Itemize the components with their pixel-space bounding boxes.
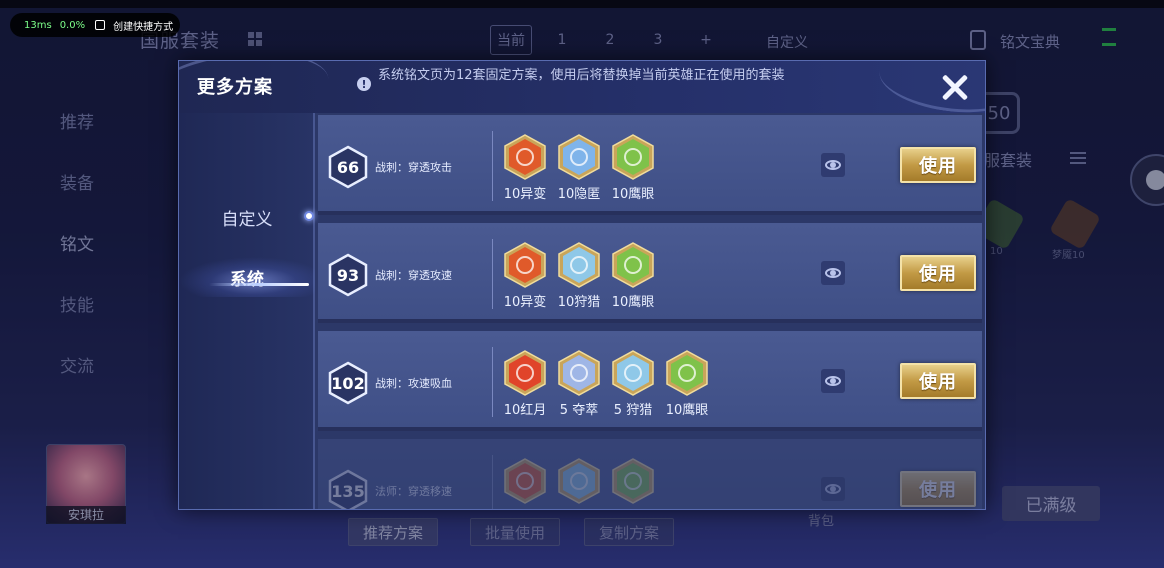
red-moon-icon xyxy=(504,350,546,396)
create-shortcut-link[interactable]: 创建快捷方式 xyxy=(113,18,173,33)
eye-icon[interactable] xyxy=(821,369,845,393)
dialog-sidebar: 自定义 系统 xyxy=(179,113,315,509)
flame-ring-icon xyxy=(504,242,546,288)
scheme-name: 战刺：穿透攻速 xyxy=(375,269,452,282)
flame-ring-icon xyxy=(504,134,546,180)
scheme-level: 102 xyxy=(331,373,365,393)
tab-system[interactable]: 系统 xyxy=(179,257,315,297)
rune-group: 10红月 5 夺萃 5 狩猎 10鹰眼 xyxy=(498,349,714,429)
fps-readout: 13ms xyxy=(24,19,52,31)
scheme-level: 93 xyxy=(336,265,360,285)
scheme-name: 战刺：攻速吸血 xyxy=(375,377,452,390)
rune-slot[interactable]: 10红月 xyxy=(498,349,552,429)
rune-slot[interactable]: 10鹰眼 xyxy=(606,241,660,321)
rune-caption: 10鹰眼 xyxy=(665,403,709,418)
rune-slot[interactable]: 10狩猎 xyxy=(552,241,606,321)
close-button[interactable] xyxy=(935,67,975,107)
rune-caption: 10鹰眼 xyxy=(611,187,655,202)
dialog-notice: 系统铭文页为12套固定方案，使用后将替换掉当前英雄正在使用的套装 xyxy=(378,68,785,83)
rune-slot[interactable]: 5 狩猎 xyxy=(606,349,660,429)
rune-slot[interactable]: 10异变 xyxy=(498,133,552,213)
rune-slot[interactable]: 10隐匿 xyxy=(552,133,606,213)
rune-group: 10异变 10隐匿 10鹰眼 xyxy=(498,133,660,213)
sidebar-divider xyxy=(313,113,315,509)
rune-slot[interactable]: 10鹰眼 xyxy=(660,349,714,429)
scheme-level: 135 xyxy=(331,481,365,501)
arrows-icon xyxy=(612,350,654,396)
scheme-list[interactable]: 66 战刺：穿透攻击 10异变 10隐匿 10鹰眼 使用 93 战刺：穿透攻速 10异变 10狩猎… xyxy=(318,115,982,509)
rune-slot[interactable] xyxy=(552,457,606,509)
shortcut-icon xyxy=(95,20,106,30)
level-hexagon: 102 xyxy=(328,361,368,405)
use-button[interactable]: 使用 xyxy=(900,255,976,291)
row-divider xyxy=(492,455,493,509)
info-icon: ! xyxy=(357,77,371,91)
clover-icon xyxy=(666,350,708,396)
eye-icon[interactable] xyxy=(821,261,845,285)
rune-slot[interactable] xyxy=(498,457,552,509)
rune-group xyxy=(498,457,660,509)
rune-slot[interactable]: 10异变 xyxy=(498,241,552,321)
arrows-icon xyxy=(558,458,600,504)
level-hexagon: 135 xyxy=(328,469,368,509)
clover-icon xyxy=(612,134,654,180)
flame-ring-icon xyxy=(504,458,546,504)
active-tab-indicator xyxy=(304,211,314,221)
dialog-title: 更多方案 xyxy=(197,77,273,98)
rune-caption: 10鹰眼 xyxy=(611,295,655,310)
dialog-header: 更多方案 ! 系统铭文页为12套固定方案，使用后将替换掉当前英雄正在使用的套装 xyxy=(179,61,985,133)
knot-icon xyxy=(558,350,600,396)
level-hexagon: 66 xyxy=(328,145,368,189)
use-button[interactable]: 使用 xyxy=(900,471,976,507)
arrows-icon xyxy=(558,242,600,288)
level-hexagon: 93 xyxy=(328,253,368,297)
scheme-name: 战刺：穿透攻击 xyxy=(375,161,452,174)
scheme-row: 135 法师：穿透移速 使用 xyxy=(318,439,982,509)
use-button[interactable]: 使用 xyxy=(900,147,976,183)
rune-slot[interactable]: 10鹰眼 xyxy=(606,133,660,213)
water-drop-icon xyxy=(558,134,600,180)
clover-icon xyxy=(612,242,654,288)
rune-slot[interactable]: 5 夺萃 xyxy=(552,349,606,429)
perf-overlay: 13ms 0.0% 创建快捷方式 xyxy=(10,13,180,37)
use-button[interactable]: 使用 xyxy=(900,363,976,399)
more-schemes-dialog: 更多方案 ! 系统铭文页为12套固定方案，使用后将替换掉当前英雄正在使用的套装 … xyxy=(178,60,986,510)
scheme-row: 66 战刺：穿透攻击 10异变 10隐匿 10鹰眼 使用 xyxy=(318,115,982,215)
scheme-name: 法师：穿透移速 xyxy=(375,485,452,498)
scheme-row: 102 战刺：攻速吸血 10红月 5 夺萃 5 狩猎 10鹰眼 使用 xyxy=(318,331,982,431)
clover-icon xyxy=(612,458,654,504)
rune-slot[interactable] xyxy=(606,457,660,509)
scheme-level: 66 xyxy=(336,157,360,177)
eye-icon[interactable] xyxy=(821,153,845,177)
rune-group: 10异变 10狩猎 10鹰眼 xyxy=(498,241,660,321)
eye-icon[interactable] xyxy=(821,477,845,501)
tab-custom[interactable]: 自定义 xyxy=(179,197,315,237)
cpu-readout: 0.0% xyxy=(59,19,86,31)
scheme-row: 93 战刺：穿透攻速 10异变 10狩猎 10鹰眼 使用 xyxy=(318,223,982,323)
